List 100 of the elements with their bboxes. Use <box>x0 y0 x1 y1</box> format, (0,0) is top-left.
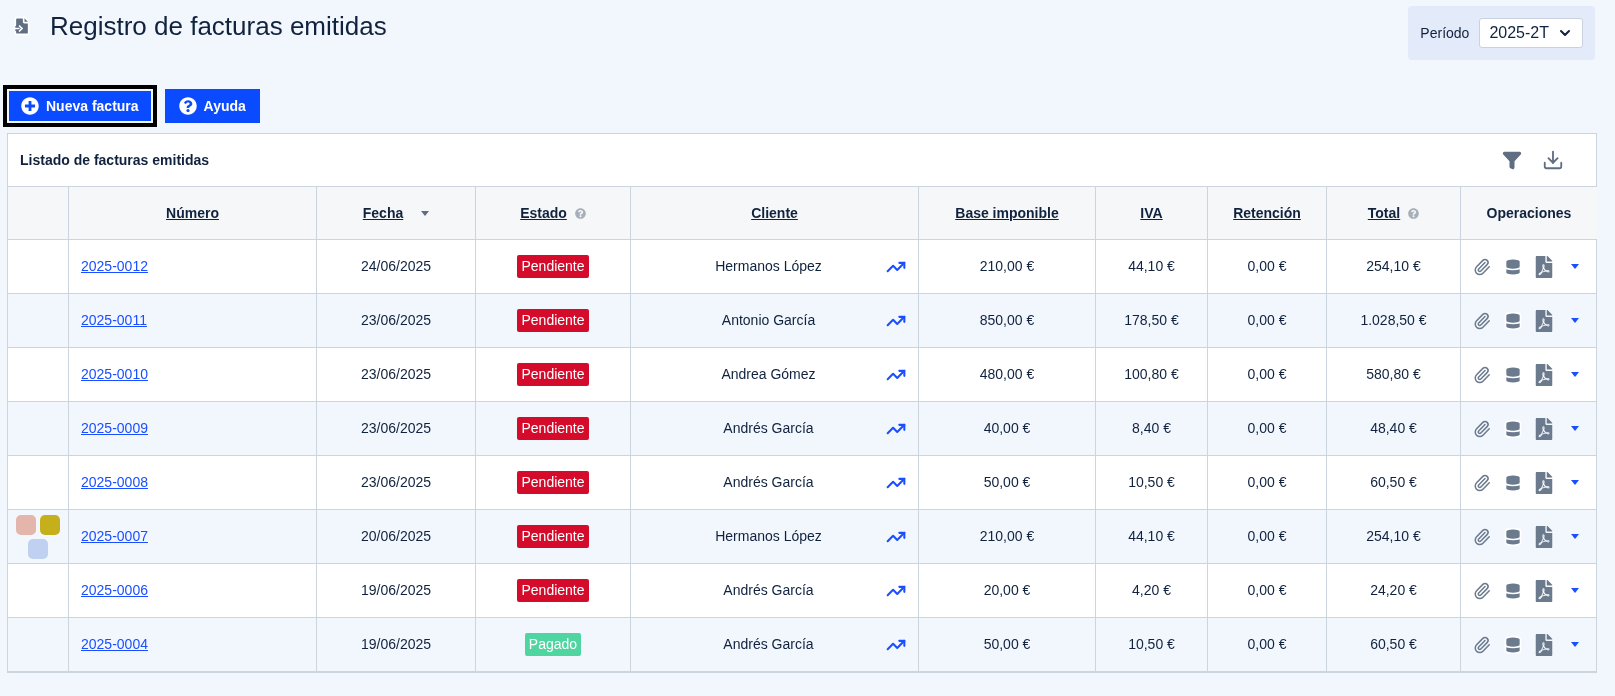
total-amount: 24,20 € <box>1370 581 1417 600</box>
vat-amount: 44,10 € <box>1128 257 1175 276</box>
base-amount: 40,00 € <box>983 419 1031 438</box>
invoice-number-link[interactable]: 2025-0004 <box>81 634 148 655</box>
paperclip-icon[interactable] <box>1473 634 1491 655</box>
invoice-number-link[interactable]: 2025-0007 <box>81 526 148 547</box>
total-amount: 60,50 € <box>1370 473 1417 492</box>
status-badge: Pendiente <box>517 309 589 332</box>
paperclip-icon[interactable] <box>1473 472 1491 493</box>
database-icon[interactable] <box>1503 526 1523 547</box>
retention-amount: 0,00 € <box>1247 257 1287 276</box>
invoice-number-link[interactable]: 2025-0008 <box>81 472 148 493</box>
paperclip-icon[interactable] <box>1473 310 1491 331</box>
status-badge: Pendiente <box>517 579 589 602</box>
period-select[interactable]: 2025-2T <box>1479 18 1583 48</box>
pdf-file-icon[interactable] <box>1535 417 1553 440</box>
base-amount: 210,00 € <box>979 527 1035 546</box>
retention-amount: 0,00 € <box>1247 527 1287 546</box>
file-icon <box>12 15 32 37</box>
period-label: Período <box>1420 23 1470 43</box>
client-name: Andrés García <box>722 473 815 492</box>
retention-amount: 0,00 € <box>1247 419 1287 438</box>
caret-down-icon <box>1571 480 1579 485</box>
retention-amount: 0,00 € <box>1247 581 1287 600</box>
paperclip-icon[interactable] <box>1473 580 1491 601</box>
status-badge: Pendiente <box>517 471 589 494</box>
column-header: Operaciones <box>1486 203 1572 223</box>
database-icon[interactable] <box>1503 364 1523 385</box>
client-name: Antonio García <box>720 311 817 330</box>
vat-amount: 10,50 € <box>1128 473 1175 492</box>
column-header[interactable]: IVA <box>1140 202 1163 224</box>
column-header[interactable]: Base imponible <box>955 202 1059 224</box>
pdf-file-icon[interactable] <box>1535 471 1553 494</box>
pdf-file-icon[interactable] <box>1535 363 1553 386</box>
date-text: 23/06/2025 <box>360 419 432 438</box>
caret-down-icon <box>421 210 430 216</box>
column-header[interactable]: Cliente <box>751 202 798 224</box>
invoice-number-link[interactable]: 2025-0009 <box>81 418 148 439</box>
new-invoice-button[interactable]: Nueva factura <box>3 85 157 127</box>
base-amount: 20,00 € <box>983 581 1031 600</box>
paperclip-icon[interactable] <box>1473 256 1491 277</box>
paperclip-icon[interactable] <box>1473 526 1491 547</box>
paperclip-icon[interactable] <box>1473 364 1491 385</box>
paperclip-icon[interactable] <box>1473 418 1491 439</box>
help-icon <box>1408 207 1420 219</box>
client-name: Hermanos López <box>714 527 823 546</box>
column-header[interactable]: Retención <box>1233 202 1301 224</box>
pdf-file-icon[interactable] <box>1535 309 1553 332</box>
retention-amount: 0,00 € <box>1247 365 1287 384</box>
total-amount: 254,10 € <box>1366 527 1421 546</box>
total-amount: 580,80 € <box>1366 365 1421 384</box>
status-badge: Pendiente <box>517 255 589 278</box>
date-text: 23/06/2025 <box>360 473 432 492</box>
column-header[interactable]: Número <box>166 202 219 224</box>
help-icon <box>574 207 586 219</box>
date-text: 19/06/2025 <box>360 581 432 600</box>
caret-down-icon <box>1571 264 1579 269</box>
column-header[interactable]: Fecha <box>362 202 404 224</box>
retention-amount: 0,00 € <box>1247 635 1287 654</box>
pdf-file-icon[interactable] <box>1535 255 1553 278</box>
pdf-file-icon[interactable] <box>1535 633 1553 656</box>
download-icon[interactable] <box>1542 149 1564 171</box>
client-name: Andrés García <box>722 635 815 654</box>
client-name: Andrés García <box>722 419 815 438</box>
vat-amount: 10,50 € <box>1128 635 1175 654</box>
invoice-number-link[interactable]: 2025-0006 <box>81 580 148 601</box>
column-header[interactable]: Estado <box>520 202 567 224</box>
date-text: 23/06/2025 <box>360 365 432 384</box>
total-amount: 48,40 € <box>1370 419 1417 438</box>
caret-down-icon <box>1571 372 1579 377</box>
invoice-number-link[interactable]: 2025-0012 <box>81 256 148 277</box>
base-amount: 50,00 € <box>983 473 1031 492</box>
caret-down-icon <box>1571 642 1579 647</box>
base-amount: 850,00 € <box>979 311 1035 330</box>
vat-amount: 8,40 € <box>1132 419 1171 438</box>
date-text: 24/06/2025 <box>360 257 432 276</box>
filter-icon[interactable] <box>1502 150 1522 170</box>
status-badge: Pendiente <box>517 525 589 548</box>
pdf-file-icon[interactable] <box>1535 525 1553 548</box>
page-title: Registro de facturas emitidas <box>50 10 387 42</box>
database-icon[interactable] <box>1503 256 1523 277</box>
vat-amount: 178,50 € <box>1124 311 1179 330</box>
total-amount: 60,50 € <box>1370 635 1417 654</box>
invoice-number-link[interactable]: 2025-0010 <box>81 364 148 385</box>
database-icon[interactable] <box>1503 472 1523 493</box>
vat-amount: 100,80 € <box>1124 365 1179 384</box>
caret-down-icon <box>1571 426 1579 431</box>
database-icon[interactable] <box>1503 580 1523 601</box>
vat-amount: 44,10 € <box>1128 527 1175 546</box>
database-icon[interactable] <box>1503 418 1523 439</box>
invoice-number-link[interactable]: 2025-0011 <box>81 310 147 331</box>
table-title: Listado de facturas emitidas <box>20 150 210 170</box>
database-icon[interactable] <box>1503 634 1523 655</box>
pdf-file-icon[interactable] <box>1535 579 1553 602</box>
base-amount: 210,00 € <box>979 257 1035 276</box>
column-header[interactable]: Total <box>1367 202 1401 224</box>
retention-amount: 0,00 € <box>1247 311 1287 330</box>
database-icon[interactable] <box>1503 310 1523 331</box>
status-badge: Pagado <box>524 633 582 656</box>
date-text: 23/06/2025 <box>360 311 432 330</box>
